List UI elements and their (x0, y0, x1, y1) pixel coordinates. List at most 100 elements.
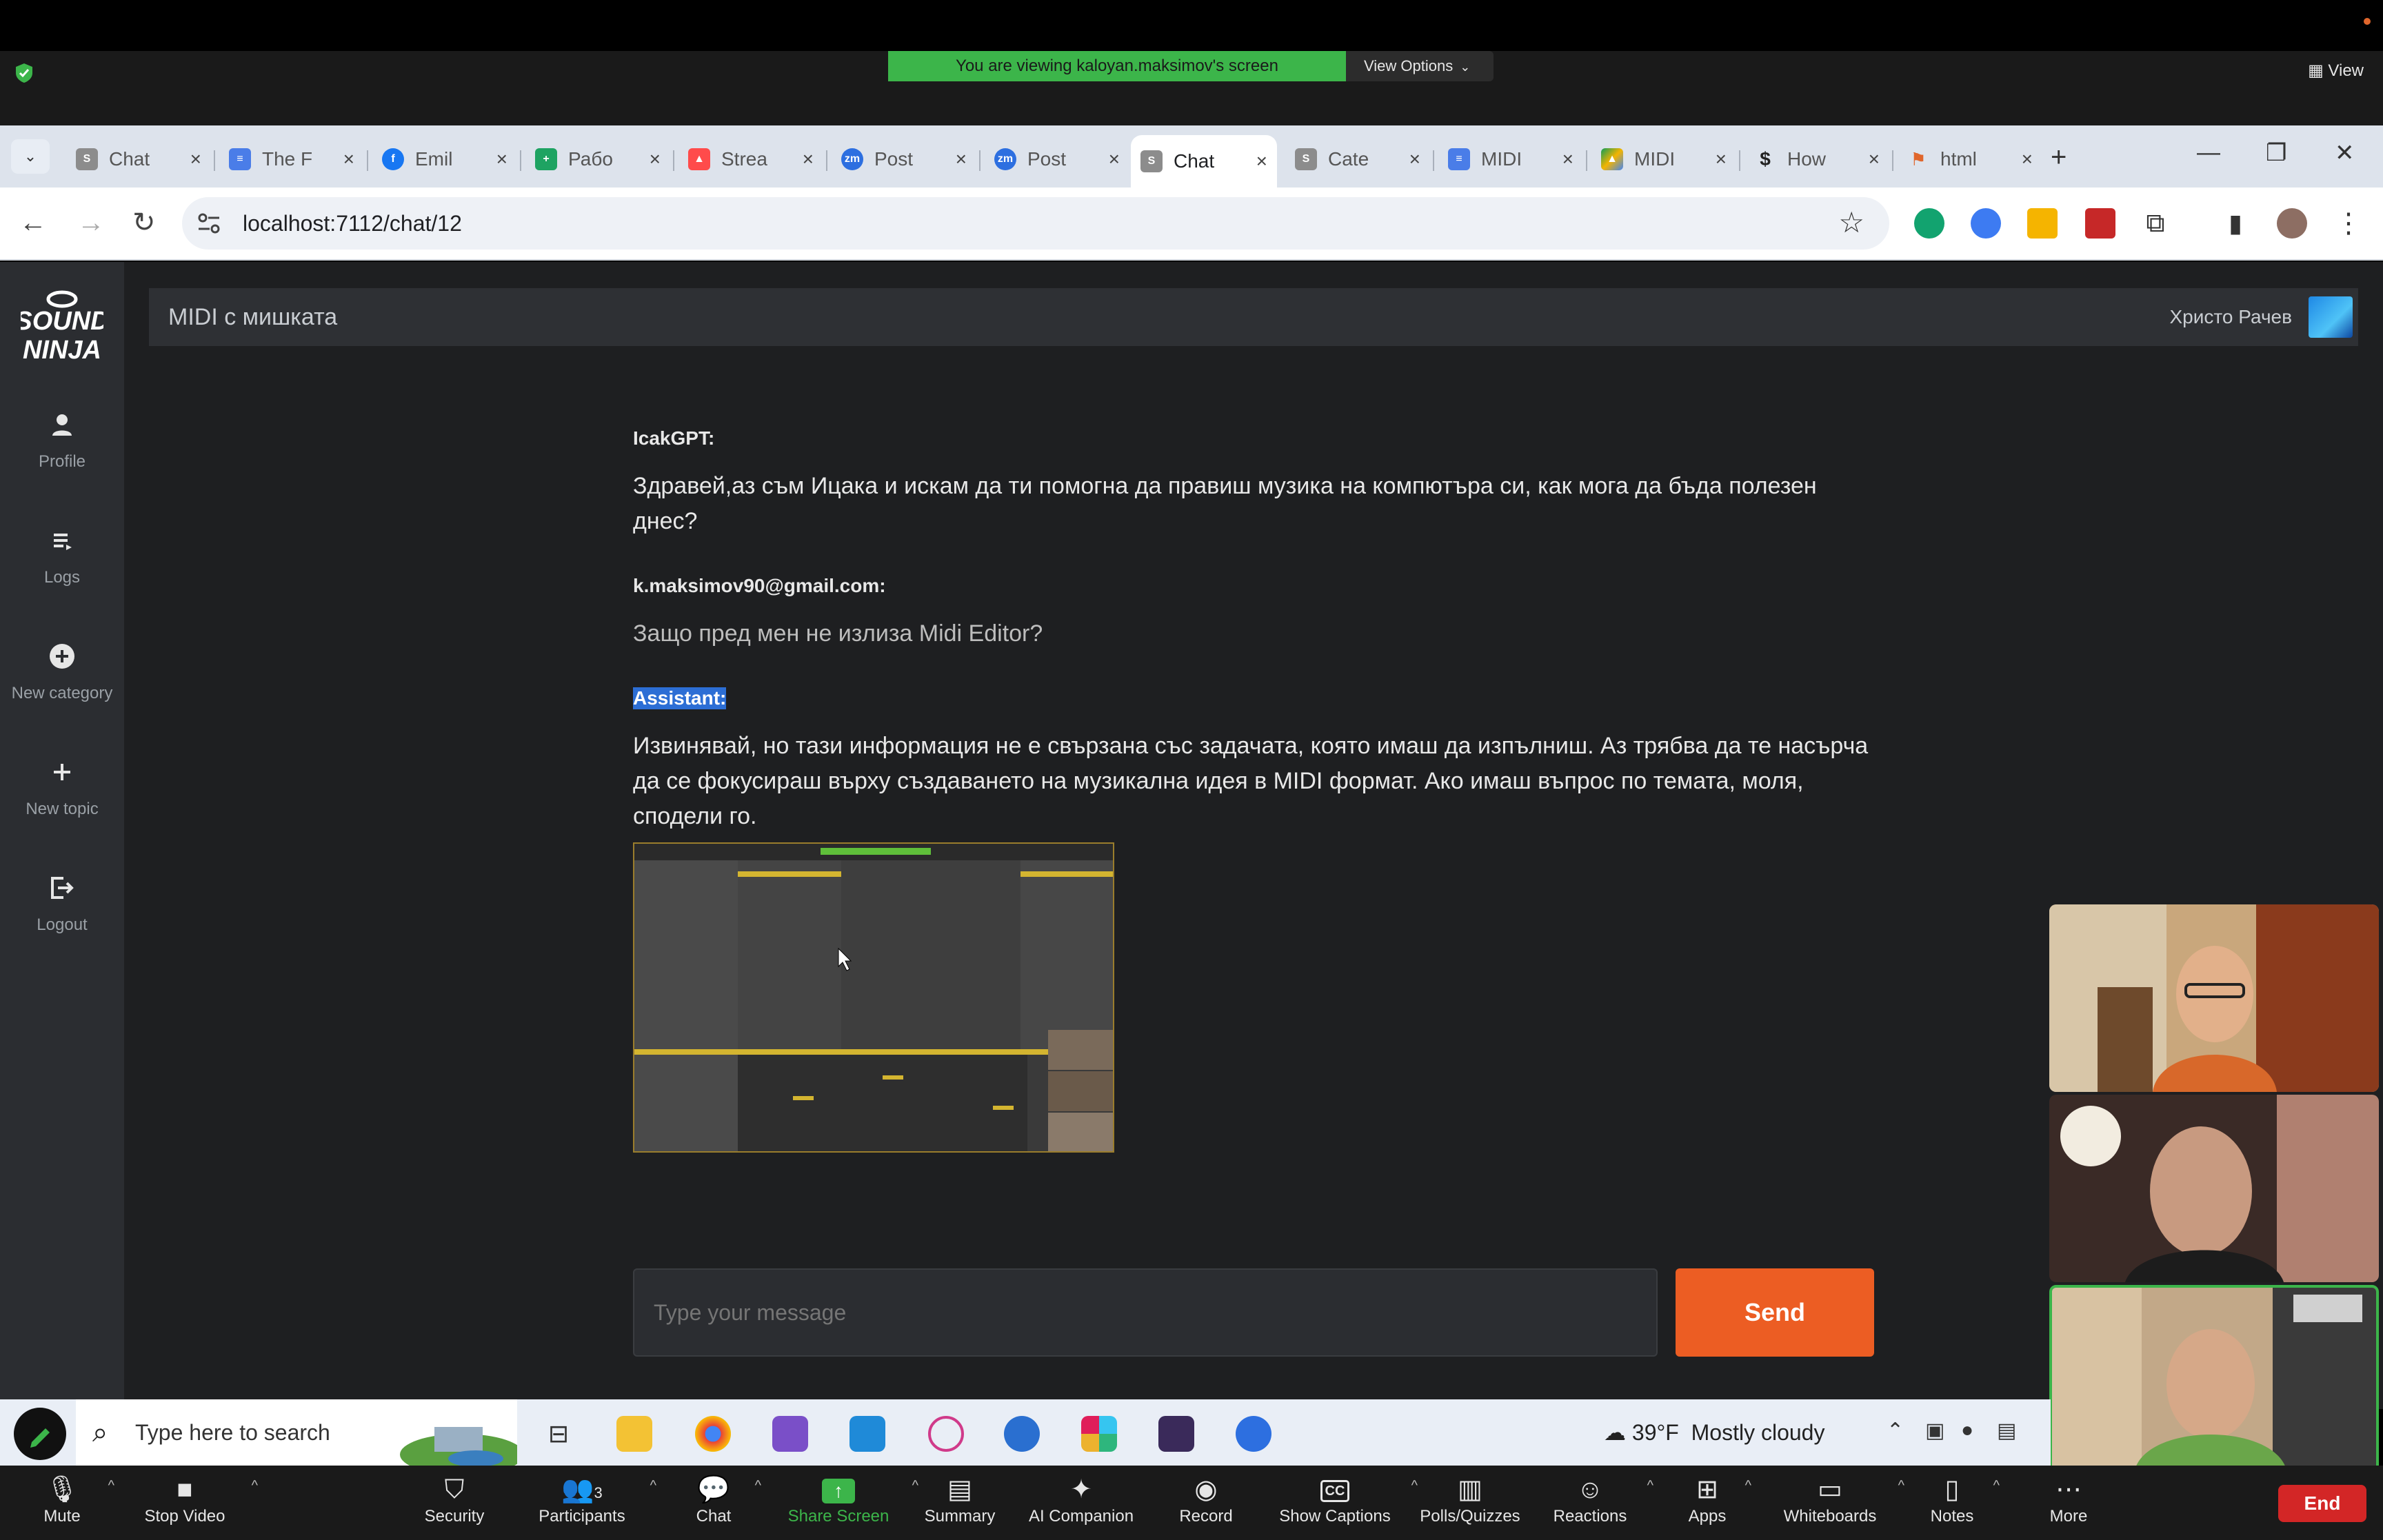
extension-badge-icon[interactable] (2085, 208, 2115, 239)
restore-icon[interactable]: ❐ (2266, 139, 2286, 167)
sidebar-item-new-category[interactable]: New category (0, 642, 124, 739)
puzzle-extensions-icon[interactable]: ⧉ (2140, 208, 2171, 239)
sidebar-item-logs[interactable]: Logs (0, 527, 124, 623)
sound-ninja-logo[interactable]: SOUND NINJA (14, 287, 110, 369)
polls-button[interactable]: ▥ Polls/Quizzes (1416, 1466, 1524, 1540)
close-icon[interactable]: × (803, 148, 814, 170)
zoom-app-icon[interactable] (1236, 1416, 1271, 1452)
close-icon[interactable]: × (1869, 148, 1880, 170)
close-icon[interactable]: × (1109, 148, 1120, 170)
vscode-icon[interactable] (849, 1416, 885, 1452)
browser-tab[interactable]: + Рабо × (525, 138, 670, 181)
user-name[interactable]: Христо Рачев (2170, 288, 2293, 346)
summary-button[interactable]: ▤ Summary (917, 1466, 1003, 1540)
share-screen-button[interactable]: ↑ Share Screen ^ (782, 1466, 918, 1540)
sidebar-item-profile[interactable]: Profile (0, 411, 124, 507)
participant-video-tile[interactable] (2049, 1095, 2379, 1282)
network-icon[interactable]: ▤ (1997, 1419, 2016, 1443)
caret-up-icon[interactable]: ^ (1745, 1478, 1751, 1494)
stop-video-button[interactable]: ■ Stop Video ^ (135, 1466, 259, 1540)
grammarly-extension-icon[interactable] (1914, 208, 1944, 239)
message-input[interactable] (633, 1268, 1658, 1357)
minimize-icon[interactable]: — (2197, 139, 2220, 166)
browser-tab[interactable]: S Chat × (66, 138, 211, 181)
file-explorer-icon[interactable] (616, 1416, 652, 1452)
view-options-button[interactable]: View Options ⌄ (1346, 51, 1494, 81)
close-icon[interactable]: × (956, 148, 967, 170)
pen-icon[interactable] (14, 1408, 66, 1460)
tray-icon[interactable]: ▣ (1925, 1419, 1944, 1443)
close-icon[interactable]: × (1562, 148, 1573, 170)
browser-tab[interactable]: S Cate × (1285, 138, 1430, 181)
close-icon[interactable]: × (2022, 148, 2033, 170)
browser-tab[interactable]: ≡ MIDI × (1438, 138, 1583, 181)
forward-arrow-icon[interactable]: → (77, 205, 105, 240)
new-tab-button[interactable]: + (2051, 143, 2067, 171)
user-avatar[interactable] (2309, 296, 2353, 338)
site-settings-icon[interactable] (196, 211, 223, 236)
back-arrow-icon[interactable]: ← (19, 205, 47, 240)
close-icon[interactable]: × (1409, 148, 1420, 170)
terminal-icon[interactable] (1158, 1416, 1194, 1452)
sidebar-item-logout[interactable]: Logout (0, 874, 124, 971)
task-view-icon[interactable]: ⊟ (541, 1416, 576, 1452)
tab-search-button[interactable]: ⌄ (11, 139, 50, 174)
caret-up-icon[interactable]: ^ (1898, 1478, 1904, 1494)
browser-tab[interactable]: ≡ The F × (219, 138, 364, 181)
caret-up-icon[interactable]: ^ (252, 1478, 258, 1494)
ai-companion-button[interactable]: ✦ AI Companion (1025, 1466, 1138, 1540)
caret-up-icon[interactable]: ^ (108, 1478, 114, 1494)
app-icon[interactable] (1004, 1416, 1040, 1452)
end-meeting-button[interactable]: End (2278, 1485, 2366, 1522)
close-icon[interactable]: × (1256, 150, 1267, 172)
chevron-up-icon[interactable]: ⌃ (1887, 1419, 1904, 1443)
whiteboards-button[interactable]: ▭ Whiteboards ^ (1779, 1466, 1904, 1540)
extension-badge-icon[interactable] (2027, 208, 2058, 239)
reactions-button[interactable]: ☺ Reactions ^ (1550, 1466, 1653, 1540)
slack-icon[interactable] (1081, 1416, 1117, 1452)
extension-icon[interactable] (1971, 208, 2001, 239)
caret-up-icon[interactable]: ^ (1647, 1478, 1653, 1494)
sidebar-item-new-topic[interactable]: New topic (0, 758, 124, 855)
browser-tab[interactable]: $ How × (1744, 138, 1889, 181)
close-icon[interactable]: × (190, 148, 201, 170)
caret-up-icon[interactable]: ^ (650, 1478, 656, 1494)
window-close-icon[interactable]: ✕ (2335, 139, 2355, 167)
more-button[interactable]: ⋯ More (2044, 1466, 2093, 1540)
chat-button[interactable]: 💬 Chat ^ (690, 1466, 761, 1540)
notes-button[interactable]: ▯ Notes ^ (1928, 1466, 2000, 1540)
chrome-app-icon[interactable] (695, 1416, 731, 1452)
apps-button[interactable]: ⊞ Apps ^ (1687, 1466, 1751, 1540)
browser-tab[interactable]: ▲ MIDI × (1591, 138, 1736, 181)
record-button[interactable]: ◉ Record (1172, 1466, 1240, 1540)
kebab-menu-icon[interactable]: ⋮ (2333, 208, 2364, 239)
caret-up-icon[interactable]: ^ (755, 1478, 761, 1494)
mute-button[interactable]: 🎙 Mute ^ (33, 1466, 114, 1540)
browser-tab[interactable]: zm Post × (985, 138, 1129, 181)
caret-up-icon[interactable]: ^ (1993, 1478, 2000, 1494)
weather-widget[interactable]: ☁ 39°F Mostly cloudy (1604, 1399, 1824, 1466)
visual-studio-icon[interactable] (772, 1416, 808, 1452)
taskbar-search[interactable]: ⌕ Type here to search (76, 1399, 517, 1466)
view-button[interactable]: ▦ View (2308, 61, 2364, 81)
close-icon[interactable]: × (1716, 148, 1727, 170)
message-image-attachment[interactable] (633, 842, 1114, 1153)
side-panel-icon[interactable]: ▮ (2220, 208, 2251, 239)
security-button[interactable]: ⛉ Security (416, 1466, 492, 1540)
browser-tab[interactable]: ▲ Strea × (678, 138, 823, 181)
browser-tab[interactable]: zm Post × (832, 138, 976, 181)
show-captions-button[interactable]: CC Show Captions ^ (1276, 1466, 1418, 1540)
microphone-icon[interactable]: ● (1961, 1419, 1973, 1442)
close-icon[interactable]: × (650, 148, 661, 170)
active-speaker-video-tile[interactable] (2049, 1285, 2379, 1472)
reload-icon[interactable]: ↻ (132, 205, 156, 240)
participant-video-tile[interactable] (2049, 904, 2379, 1092)
address-bar[interactable]: localhost:7112/chat/12 ☆ (182, 197, 1889, 250)
browser-tab-active[interactable]: S Chat × (1131, 135, 1277, 188)
profile-avatar[interactable] (2277, 208, 2307, 239)
bookmark-star-icon[interactable]: ☆ (1838, 205, 1864, 239)
close-icon[interactable]: × (496, 148, 507, 170)
send-button[interactable]: Send (1676, 1268, 1874, 1357)
browser-tab[interactable]: f Emil × (372, 138, 517, 181)
participants-button[interactable]: 👥3 Participants ^ (531, 1466, 656, 1540)
